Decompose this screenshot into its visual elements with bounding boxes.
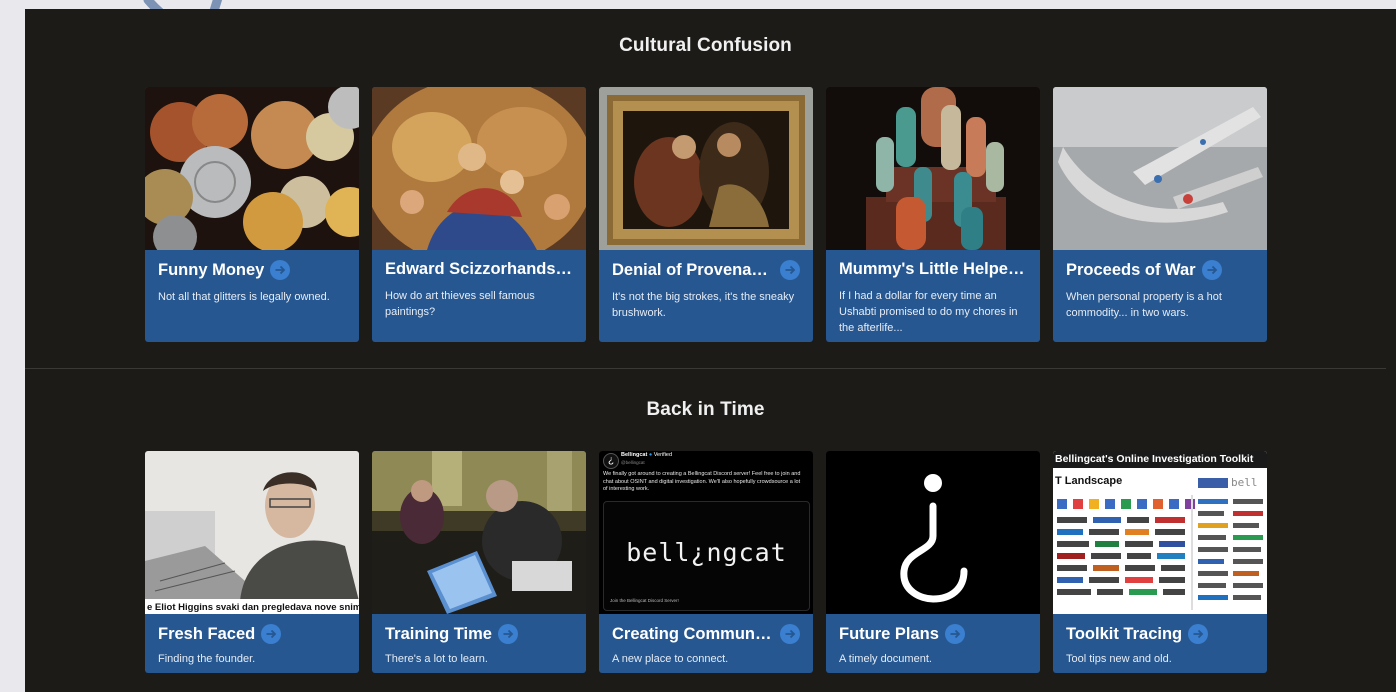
card-title: Edward Scizzorhands: ... xyxy=(385,260,573,278)
card-row-cultural-confusion: Funny Money Not all that glitters is leg… xyxy=(145,87,1267,342)
madonna-painting-image xyxy=(372,87,586,250)
arrow-right-circle-icon xyxy=(780,624,800,644)
card-proceeds-of-war[interactable]: Proceeds of War When personal property i… xyxy=(1053,87,1267,342)
arrow-right-circle-icon xyxy=(1201,260,1222,280)
tweet-link-caption: Join the Bellingcat Discord Server! xyxy=(610,598,679,603)
daggers-image xyxy=(1053,87,1267,250)
card-row-back-in-time: e Eliot Higgins svaki dan pregledava nov… xyxy=(145,451,1267,673)
card-title: Denial of Provenance xyxy=(612,260,774,279)
card-funny-money[interactable]: Funny Money Not all that glitters is leg… xyxy=(145,87,359,342)
card-edward-scizzorhands[interactable]: Edward Scizzorhands: ... How do art thie… xyxy=(372,87,586,342)
card-title: Creating Community xyxy=(612,624,774,643)
arrow-right-circle-icon xyxy=(261,624,282,644)
card-fresh-faced[interactable]: e Eliot Higgins svaki dan pregledava nov… xyxy=(145,451,359,673)
verified-label: Verified xyxy=(653,452,673,458)
arrow-right-circle-icon xyxy=(780,260,800,280)
card-description: If I had a dollar for every time an Usha… xyxy=(839,290,1018,334)
framed-painting-image xyxy=(599,87,813,250)
tweet-text: We finally got around to creating a Bell… xyxy=(603,471,801,492)
photo-caption: e Eliot Higgins svaki dan pregledava nov… xyxy=(147,602,359,613)
card-description: How do art thieves sell famous paintings… xyxy=(385,290,535,318)
section-title-cultural-confusion: Cultural Confusion xyxy=(619,35,792,56)
tweet-screenshot-image: ¿ Bellingcat ● Verified @bellingcat We f… xyxy=(599,451,813,614)
card-description: There's a lot to learn. xyxy=(385,653,488,665)
toolkit-screenshot-image: Bellingcat's Online Investigation Toolki… xyxy=(1053,451,1267,614)
section-divider xyxy=(25,368,1386,369)
arrow-right-circle-icon xyxy=(270,260,291,280)
founder-photo-image: e Eliot Higgins svaki dan pregledava nov… xyxy=(145,451,359,614)
arrow-right-circle-icon xyxy=(944,624,965,644)
card-description: A new place to connect. xyxy=(612,653,729,665)
card-description: Not all that glitters is legally owned. xyxy=(158,291,330,303)
bellingcat-avatar: ¿ xyxy=(603,453,619,469)
tweet-handle: @bellingcat xyxy=(621,460,645,465)
section-title-back-in-time: Back in Time xyxy=(646,399,765,420)
card-toolkit-tracing[interactable]: Bellingcat's Online Investigation Toolki… xyxy=(1053,451,1267,673)
card-description: It's not the big strokes, it's the sneak… xyxy=(612,291,795,319)
card-mummys-little-helper[interactable]: Mummy's Little Helper ... If I had a dol… xyxy=(826,87,1040,342)
card-denial-of-provenance[interactable]: Denial of Provenance It's not the big st… xyxy=(599,87,813,342)
card-description: A timely document. xyxy=(839,653,932,665)
card-title: Proceeds of War xyxy=(1066,260,1196,279)
bellingcat-logo-image xyxy=(826,451,1040,614)
verified-badge-icon: ● xyxy=(648,452,653,458)
bellingcat-wordmark: bell¿ngcat xyxy=(626,538,787,567)
card-creating-community[interactable]: ¿ Bellingcat ● Verified @bellingcat We f… xyxy=(599,451,813,673)
card-title: Toolkit Tracing xyxy=(1066,624,1183,643)
tweet-author: Bellingcat xyxy=(621,452,648,458)
content-panel: Cultural Confusion Funny Money Not all t… xyxy=(25,9,1396,692)
arrow-right-circle-icon xyxy=(1188,624,1209,644)
card-description: Tool tips new and old. xyxy=(1066,653,1172,665)
card-title: Funny Money xyxy=(158,260,265,279)
card-title: Fresh Faced xyxy=(158,624,256,643)
arrow-right-circle-icon xyxy=(497,624,518,644)
coins-image xyxy=(145,87,359,250)
card-title: Mummy's Little Helper ... xyxy=(839,260,1027,278)
ushabti-figures-image xyxy=(826,87,1040,250)
card-title: Future Plans xyxy=(839,624,939,643)
training-photo-image xyxy=(372,451,586,614)
card-description: When personal property is a hot commodit… xyxy=(1066,291,1222,319)
card-title: Training Time xyxy=(385,624,492,643)
card-future-plans[interactable]: Future Plans A timely document. xyxy=(826,451,1040,673)
card-training-time[interactable]: Training Time There's a lot to learn. xyxy=(372,451,586,673)
card-description: Finding the founder. xyxy=(158,653,256,665)
